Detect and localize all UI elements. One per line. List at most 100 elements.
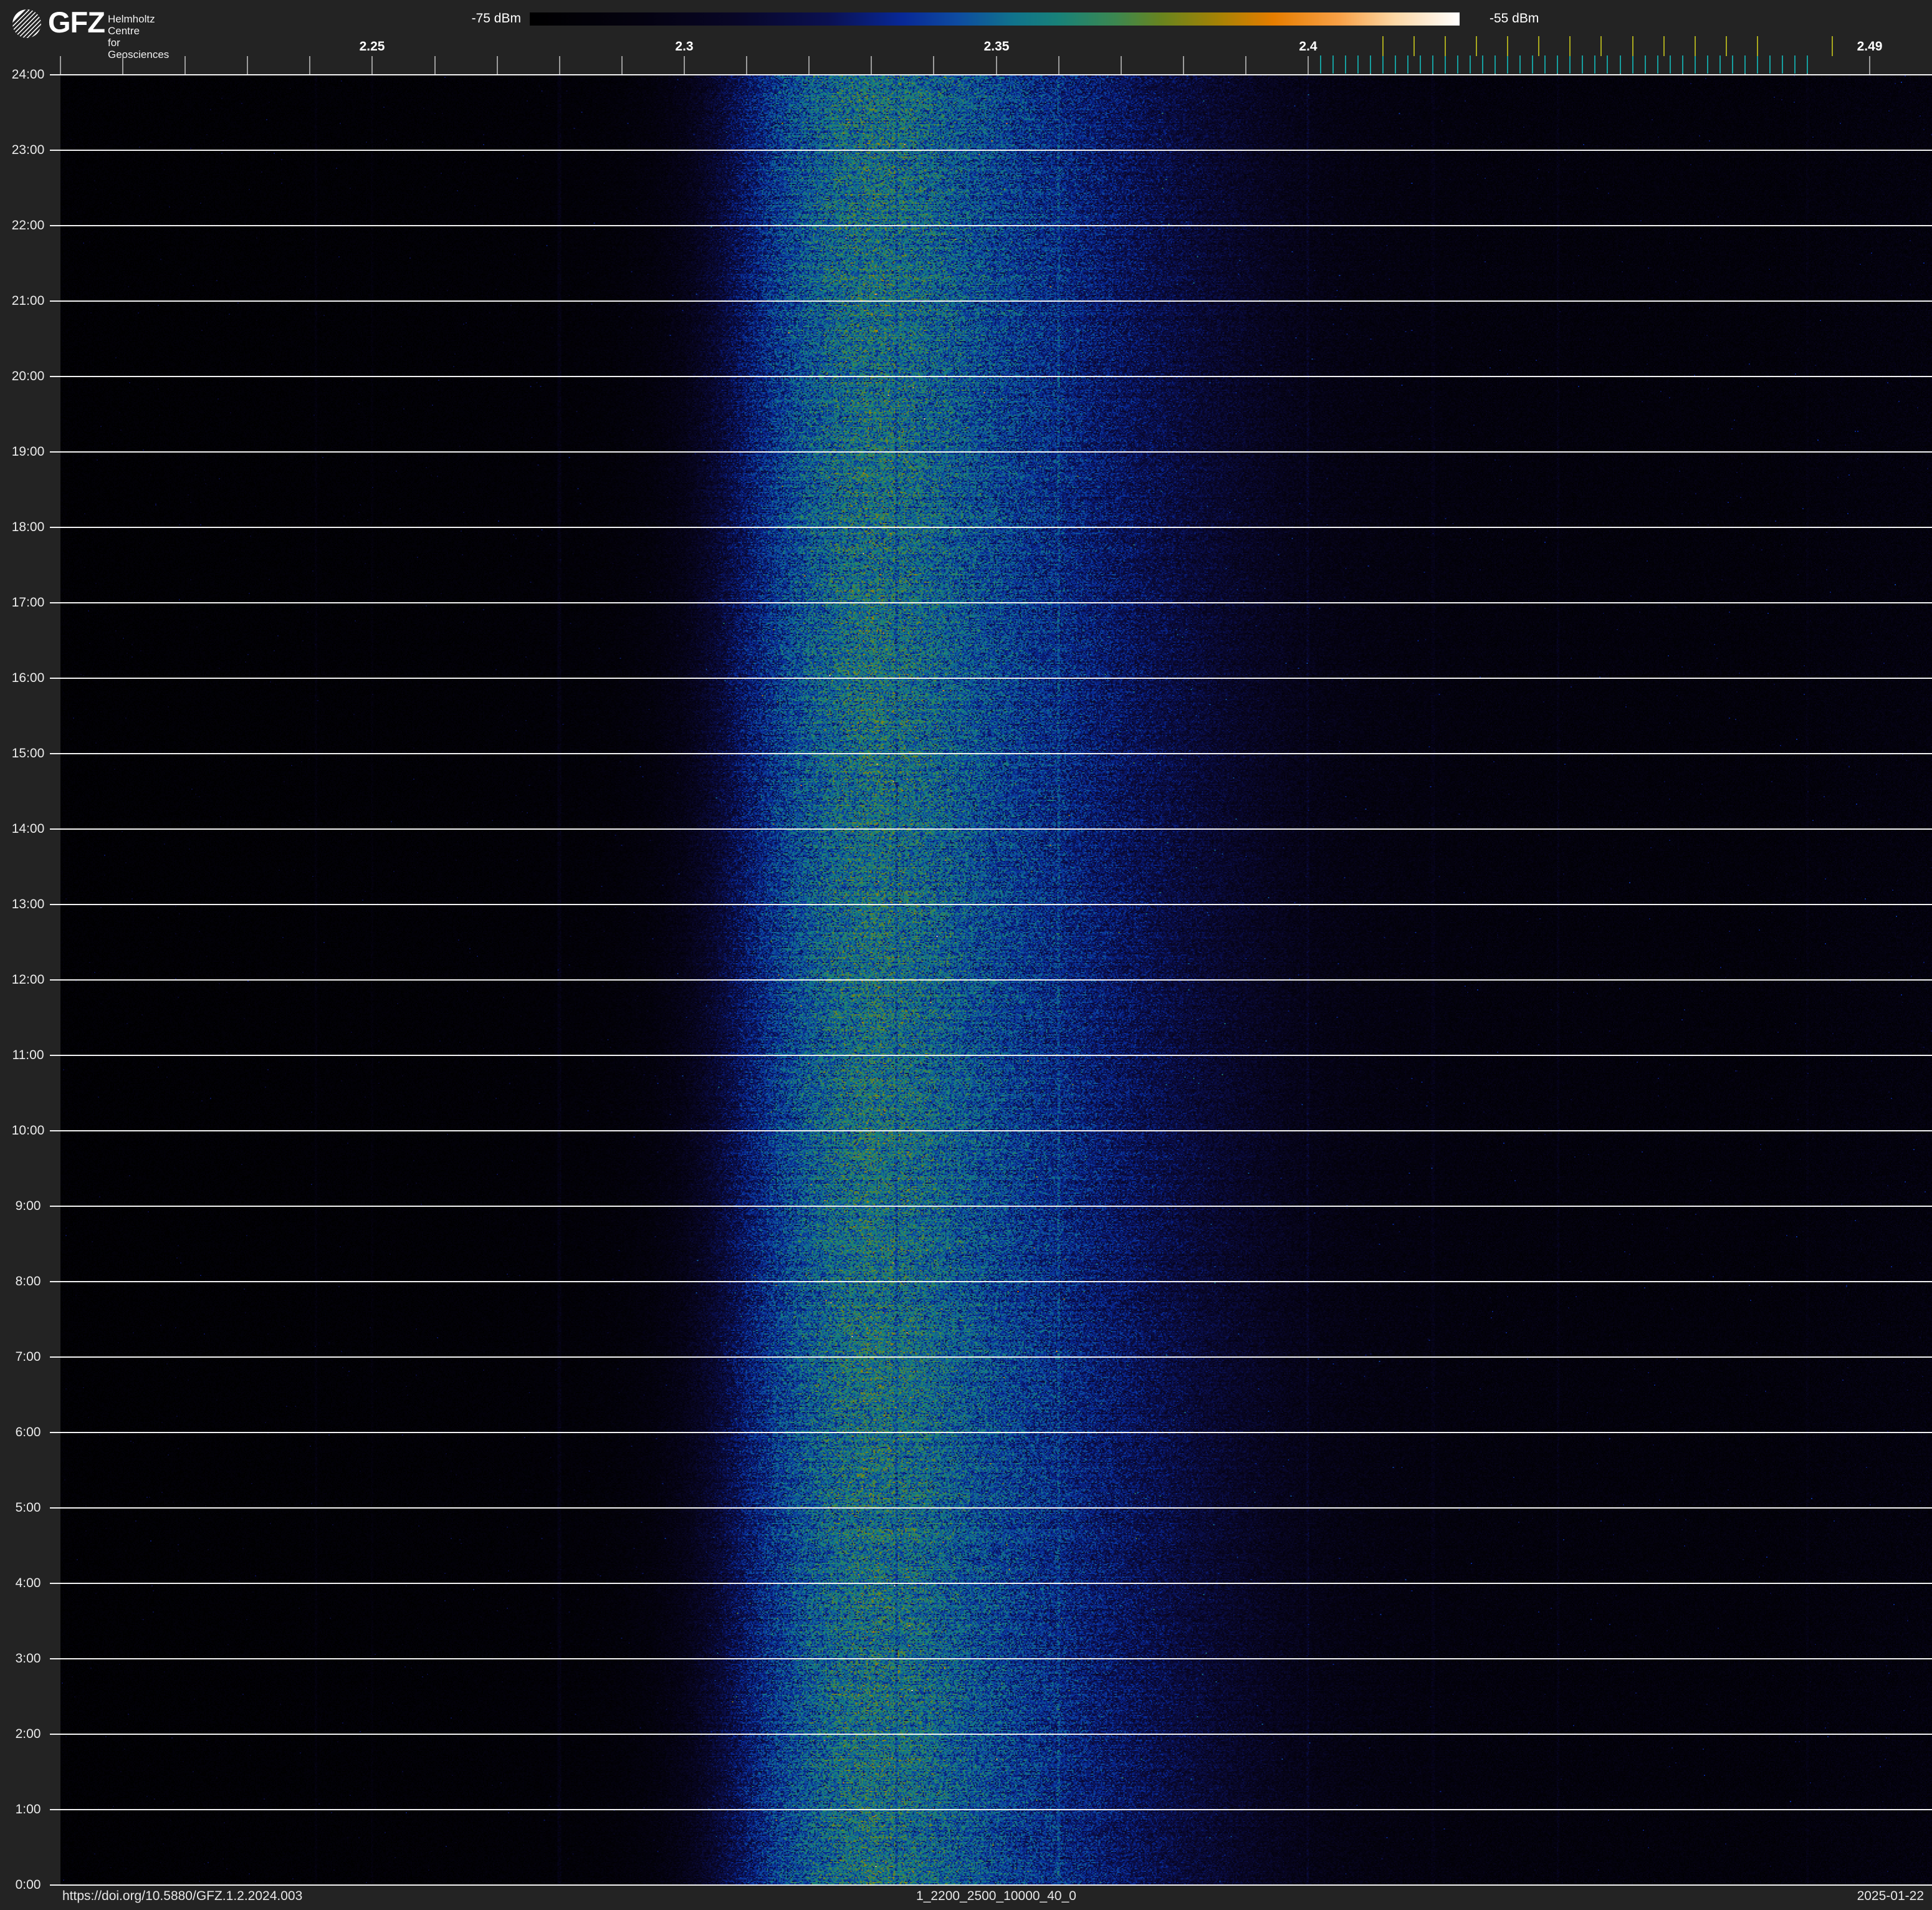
wifi-channel-tick	[1445, 36, 1446, 56]
time-tick-label: 14:00	[11, 821, 45, 836]
ble-channel-tick	[1420, 55, 1421, 74]
date-label: 2025-01-22	[1857, 1889, 1924, 1903]
gfz-logo-acronym: GFZ	[48, 6, 105, 39]
frequency-major-tick	[434, 56, 436, 75]
ble-channel-tick	[1457, 55, 1458, 74]
wifi-channel-tick	[1413, 36, 1415, 56]
hour-gridline	[50, 752, 1932, 754]
hour-gridline	[50, 1582, 1932, 1584]
time-tick-label: 23:00	[11, 142, 45, 157]
ble-channel-tick	[1707, 55, 1708, 74]
ble-channel-tick	[1695, 55, 1696, 74]
ble-channel-tick	[1407, 55, 1408, 74]
ble-channel-tick	[1769, 55, 1771, 74]
ble-channel-tick	[1657, 55, 1658, 74]
ble-channel-tick	[1507, 55, 1508, 74]
spectrogram-page: GFZ Helmholtz Centre for Geosciences -75…	[0, 0, 1932, 1910]
ble-channel-tick	[1532, 55, 1533, 74]
hour-gridline	[50, 1507, 1932, 1509]
ble-channel-tick	[1544, 55, 1546, 74]
hour-gridline	[50, 300, 1932, 302]
time-tick-label: 3:00	[15, 1651, 41, 1666]
ble-channel-tick	[1445, 55, 1446, 74]
time-tick-label: 10:00	[11, 1123, 45, 1138]
ble-channel-tick	[1470, 55, 1471, 74]
gfz-logo-icon	[12, 9, 41, 38]
time-tick-label: 17:00	[11, 595, 45, 610]
ble-channel-tick	[1645, 55, 1646, 74]
hour-gridline	[50, 1884, 1932, 1886]
frequency-major-tick	[371, 56, 373, 75]
ble-channel-tick	[1744, 55, 1746, 74]
frequency-tick-label: 2.35	[983, 39, 1010, 54]
hour-gridline	[50, 149, 1932, 151]
frequency-major-tick	[1058, 56, 1059, 75]
colorbar-gradient	[530, 12, 1460, 26]
frequency-major-tick	[559, 56, 560, 75]
hour-gridline	[50, 375, 1932, 377]
frequency-major-tick	[808, 56, 810, 75]
hour-gridline	[50, 526, 1932, 528]
frequency-tick-label: 2.3	[675, 39, 694, 54]
hour-gridline	[50, 602, 1932, 603]
ble-channel-tick	[1670, 55, 1671, 74]
hour-gridline	[50, 74, 1932, 75]
frequency-major-tick	[684, 56, 685, 75]
wifi-channel-tick	[1632, 36, 1633, 56]
time-tick-label: 7:00	[15, 1349, 41, 1364]
hour-gridline	[50, 1280, 1932, 1282]
ble-channel-tick	[1332, 55, 1334, 74]
frequency-tick-label: 2.4	[1299, 39, 1317, 54]
ble-channel-tick	[1732, 55, 1733, 74]
frequency-tick-label: 2.49	[1857, 39, 1883, 54]
ble-channel-tick	[1794, 55, 1796, 74]
time-tick-label: 1:00	[15, 1802, 41, 1816]
ble-channel-tick	[1632, 55, 1633, 74]
time-tick-label: 12:00	[11, 972, 45, 987]
hour-gridline	[50, 677, 1932, 679]
wifi-channel-tick	[1538, 36, 1539, 56]
ble-channel-tick	[1320, 55, 1321, 74]
frequency-major-tick	[122, 56, 123, 75]
time-tick-label: 22:00	[11, 218, 45, 233]
ble-channel-tick	[1569, 55, 1571, 74]
ble-channel-tick	[1757, 55, 1758, 74]
time-tick-label: 6:00	[15, 1424, 41, 1439]
time-tick-label: 13:00	[11, 896, 45, 911]
hour-gridline	[50, 451, 1932, 453]
hour-gridline	[50, 1205, 1932, 1207]
filename-label: 1_2200_2500_10000_40_0	[916, 1889, 1076, 1903]
wifi-channel-tick	[1695, 36, 1696, 56]
hour-gridline	[50, 979, 1932, 981]
wifi-channel-tick	[1832, 36, 1833, 56]
time-tick-label: 5:00	[15, 1500, 41, 1515]
frequency-tick-label: 2.25	[359, 39, 385, 54]
frequency-major-tick	[1121, 56, 1122, 75]
colorbar-max-label: -55 dBm	[1490, 11, 1539, 26]
time-tick-label: 8:00	[15, 1274, 41, 1289]
hour-gridline	[50, 1356, 1932, 1358]
ble-channel-tick	[1782, 55, 1783, 74]
ble-channel-tick	[1370, 55, 1371, 74]
ble-channel-tick	[1682, 55, 1683, 74]
frequency-major-tick	[184, 56, 186, 75]
ble-channel-tick	[1719, 55, 1721, 74]
frequency-major-tick	[746, 56, 747, 75]
ble-channel-tick	[1557, 55, 1558, 74]
ble-channel-tick	[1482, 55, 1483, 74]
frequency-major-tick	[1183, 56, 1184, 75]
ble-channel-tick	[1432, 55, 1433, 74]
time-tick-label: 16:00	[11, 670, 45, 685]
hour-gridline	[50, 1130, 1932, 1131]
frequency-major-tick	[1869, 56, 1870, 75]
hour-gridline	[50, 1808, 1932, 1810]
time-tick-label: 0:00	[15, 1877, 41, 1892]
ble-channel-tick	[1582, 55, 1583, 74]
gfz-logo-name: Helmholtz Centre for Geosciences	[108, 13, 169, 60]
hour-gridline	[50, 1733, 1932, 1735]
wifi-channel-tick	[1663, 36, 1665, 56]
time-tick-label: 18:00	[11, 519, 45, 534]
gfz-logo-name-line2: for Geosciences	[108, 37, 170, 60]
hour-gridline	[50, 828, 1932, 830]
frequency-major-tick	[497, 56, 498, 75]
